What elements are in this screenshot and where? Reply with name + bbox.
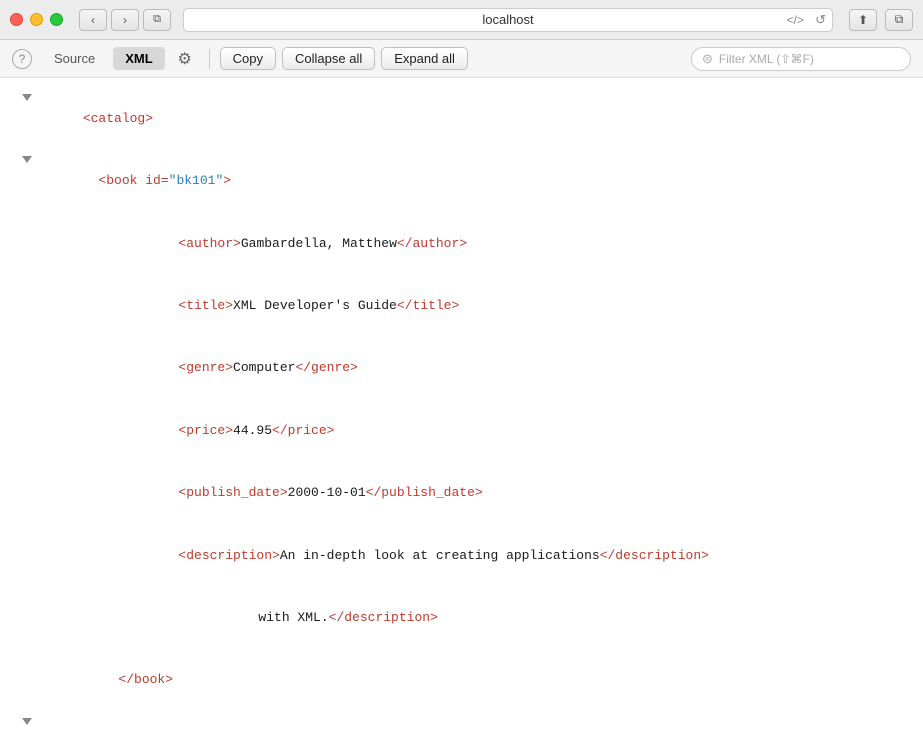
titlebar: ‹ › ⧉ localhost </> ↺ ⬆ ⧉ [0, 0, 923, 40]
genre101-line: <genre>Computer</genre> [0, 338, 923, 400]
traffic-lights [10, 13, 63, 26]
author101-text: <author>Gambardella, Matthew</author> [36, 213, 467, 275]
author101-spacer [0, 213, 36, 215]
address-bar[interactable]: localhost </> ↺ [183, 8, 833, 32]
desc101-text: <description>An in-depth look at creatin… [36, 525, 709, 587]
toolbar: ? Source XML ⚙ Copy Collapse all Expand … [0, 40, 923, 78]
collapse-triangle[interactable] [22, 94, 32, 101]
book-bk101-close-tag: </book> [36, 650, 173, 712]
book-bk101-block: <book id="bk101"> <author>Gambardella, M… [0, 150, 923, 712]
maximize-button[interactable] [50, 13, 63, 26]
xml-content[interactable]: <catalog> <book id="bk101"> <author>Gamb… [0, 78, 923, 729]
pubdate101-text: <publish_date>2000-10-01</publish_date> [36, 462, 483, 524]
book-bk102-open-line: <book id="bk102"> [0, 712, 923, 729]
desc101-cont-text: with XML.</description> [36, 587, 438, 649]
title101-line: <title>XML Developer's Guide</title> [0, 275, 923, 337]
book-bk102-tag: <book id="bk102"> [36, 712, 231, 729]
author101-line: <author>Gambardella, Matthew</author> [0, 213, 923, 275]
address-text: localhost [482, 12, 533, 27]
desc101-cont-line: with XML.</description> [0, 587, 923, 649]
titlebar-right: ⬆ ⧉ [845, 9, 913, 31]
gear-icon[interactable]: ⚙ [171, 48, 199, 70]
catalog-tag-text: <catalog> [83, 111, 153, 126]
nav-arrows: ‹ › [79, 9, 139, 31]
book-bk101-tag: <book id="bk101"> [36, 150, 231, 212]
separator [209, 49, 210, 69]
share-button[interactable]: ⬆ [849, 9, 877, 31]
desc101-line: <description>An in-depth look at creatin… [0, 525, 923, 587]
book102-triangle[interactable] [22, 718, 32, 725]
copy-button[interactable]: Copy [220, 47, 276, 70]
book-bk101-open-line: <book id="bk101"> [0, 150, 923, 212]
pubdate101-line: <publish_date>2000-10-01</publish_date> [0, 462, 923, 524]
book101-toggle[interactable] [0, 150, 36, 163]
forward-button[interactable]: › [111, 9, 139, 31]
refresh-icon[interactable]: ↺ [815, 12, 826, 28]
tabs-button[interactable]: ⧉ [885, 9, 913, 31]
filter-input[interactable]: ⊜ Filter XML (⇧⌘F) [691, 47, 911, 71]
book-bk101-close-line: </book> [0, 650, 923, 712]
book-bk102-block: <book id="bk102"> <author>Ralls, Kim</au… [0, 712, 923, 729]
close-button[interactable] [10, 13, 23, 26]
collapse-all-button[interactable]: Collapse all [282, 47, 375, 70]
filter-placeholder: Filter XML (⇧⌘F) [719, 52, 814, 66]
expand-all-button[interactable]: Expand all [381, 47, 468, 70]
book102-toggle[interactable] [0, 712, 36, 725]
catalog-open-line: <catalog> [0, 88, 923, 150]
filter-icon: ⊜ [702, 51, 713, 67]
tab-xml[interactable]: XML [113, 47, 164, 70]
genre101-text: <genre>Computer</genre> [36, 338, 358, 400]
price101-text: <price>44.95</price> [36, 400, 334, 462]
title101-text: <title>XML Developer's Guide</title> [36, 275, 459, 337]
help-button[interactable]: ? [12, 49, 32, 69]
book101-triangle[interactable] [22, 156, 32, 163]
window-toggle-button[interactable]: ⧉ [143, 9, 171, 31]
tab-source[interactable]: Source [42, 47, 107, 70]
catalog-open-tag: <catalog> [36, 88, 153, 150]
price101-line: <price>44.95</price> [0, 400, 923, 462]
catalog-toggle[interactable] [0, 88, 36, 101]
devtools-icon[interactable]: </> [787, 13, 804, 27]
minimize-button[interactable] [30, 13, 43, 26]
back-button[interactable]: ‹ [79, 9, 107, 31]
